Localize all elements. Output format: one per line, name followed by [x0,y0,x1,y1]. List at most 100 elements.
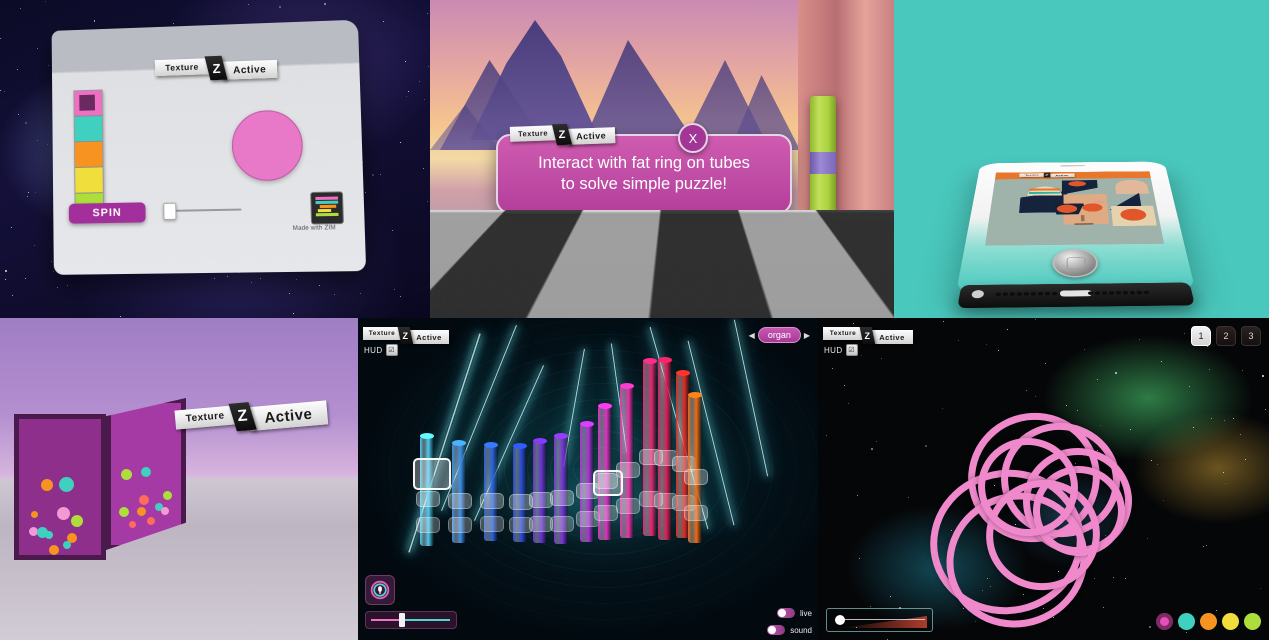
speaker-hole [1129,290,1136,295]
hud-checkbox-icon[interactable]: ☑ [845,344,858,356]
intensity-slider[interactable] [826,608,933,632]
nebula-rings-panel: Texture Z Active HUD ☑ 123 [818,318,1269,640]
cube-dot [63,541,71,549]
star [1207,346,1208,347]
star [47,144,48,145]
home-button[interactable] [1052,248,1099,278]
phone-screen: Texture Z Active [985,171,1165,246]
slider-knob[interactable] [835,615,845,625]
star [57,287,58,288]
color-swatch[interactable] [1178,613,1195,630]
pipe-ring[interactable] [480,493,504,509]
speaker-hole [1143,290,1150,295]
page-tab[interactable]: 1 [1191,326,1211,346]
pipe-ring[interactable] [616,498,640,515]
star [1130,429,1131,430]
pipe-ring[interactable] [448,493,472,509]
slider-knob[interactable] [399,613,405,627]
rotating-cube[interactable] [14,392,190,572]
spin-app-card: SPIN Made with ZIM [51,19,367,275]
volume-slider[interactable] [365,611,457,629]
phone-device: Texture Z Active [955,161,1196,309]
organ-pipe-cap [676,370,690,376]
palette-swatch[interactable] [75,167,103,194]
zim-logo-stripe [317,208,332,213]
star [963,608,964,609]
sound-toggle[interactable] [767,625,786,635]
star [986,344,987,345]
pipe-ring[interactable] [448,517,472,533]
star [28,192,29,193]
badge-z-mark: Z [397,327,414,344]
hud-toggle[interactable]: HUD ☑ [824,344,858,356]
puzzle-tile-4[interactable] [1114,179,1150,194]
prev-arrow-icon[interactable]: ◀ [749,331,755,340]
pipe-ring[interactable] [416,491,440,507]
live-toggle-row[interactable]: live [776,608,812,618]
palette-swatch[interactable] [74,90,102,117]
instrument-stepper[interactable]: ◀ organ ▶ [749,327,810,343]
hud-checkbox-icon[interactable]: ☑ [385,344,398,356]
page-tab[interactable]: 2 [1216,326,1236,346]
page-tab[interactable]: 3 [1241,326,1261,346]
star [1045,363,1046,364]
speaker-hole [1016,292,1023,296]
cube-dot [147,517,155,525]
star [423,168,424,169]
spin-button[interactable]: SPIN [68,202,146,224]
desert-cube-panel: Texture Z Active [0,318,358,640]
star [5,270,8,273]
pipe-ring[interactable] [480,516,504,533]
hud-label: HUD [824,345,843,355]
fat-ring-handle[interactable] [593,470,623,496]
pipe-ring[interactable] [416,517,440,534]
star [1186,632,1187,633]
pipe-ring[interactable] [684,504,708,521]
star [380,174,381,175]
palette-swatch[interactable] [74,141,103,168]
organ-pipe-cap [620,383,634,389]
spin-speed-slider[interactable] [163,202,242,221]
color-palette-strip[interactable] [73,89,105,220]
star [1125,578,1126,579]
star [1262,375,1265,378]
fat-ring-handle[interactable] [413,458,451,490]
preview-circle[interactable] [231,109,304,182]
hud-toggle[interactable]: HUD ☑ [364,344,398,356]
mic-icon[interactable] [365,575,395,605]
organ-pipe-cap [513,443,527,449]
next-arrow-icon[interactable]: ▶ [804,331,810,340]
close-icon[interactable]: X [678,123,708,153]
color-swatch[interactable] [1156,613,1173,630]
color-swatch[interactable] [1244,613,1261,630]
speaker-hole [1044,291,1051,296]
pipe-ring[interactable] [684,469,708,485]
badge-active-label: Active [248,400,329,432]
color-swatch[interactable] [1200,613,1217,630]
instrument-label[interactable]: organ [757,327,801,343]
palette-swatch[interactable] [74,116,103,143]
pipe-ring[interactable] [594,505,618,522]
badge-texture-label: Texture [363,327,401,340]
star [1113,577,1114,578]
star [34,245,35,246]
star [400,296,401,297]
live-toggle[interactable] [776,608,795,618]
cube-face-left[interactable] [14,414,106,560]
fat-ring[interactable] [810,152,836,174]
star [173,23,174,24]
pipe-ring[interactable] [550,515,574,532]
star [848,403,849,404]
slider-knob[interactable] [163,202,177,221]
color-swatch[interactable] [1222,613,1239,630]
sound-toggle-row[interactable]: sound [767,625,812,635]
speaker-hole [1094,291,1101,295]
star [1265,409,1266,410]
pipe-ring[interactable] [550,490,574,506]
star [1115,372,1118,375]
cube-face-right[interactable] [106,398,186,550]
star [925,445,928,448]
star [120,316,121,317]
star [279,6,282,9]
star [1084,349,1085,350]
